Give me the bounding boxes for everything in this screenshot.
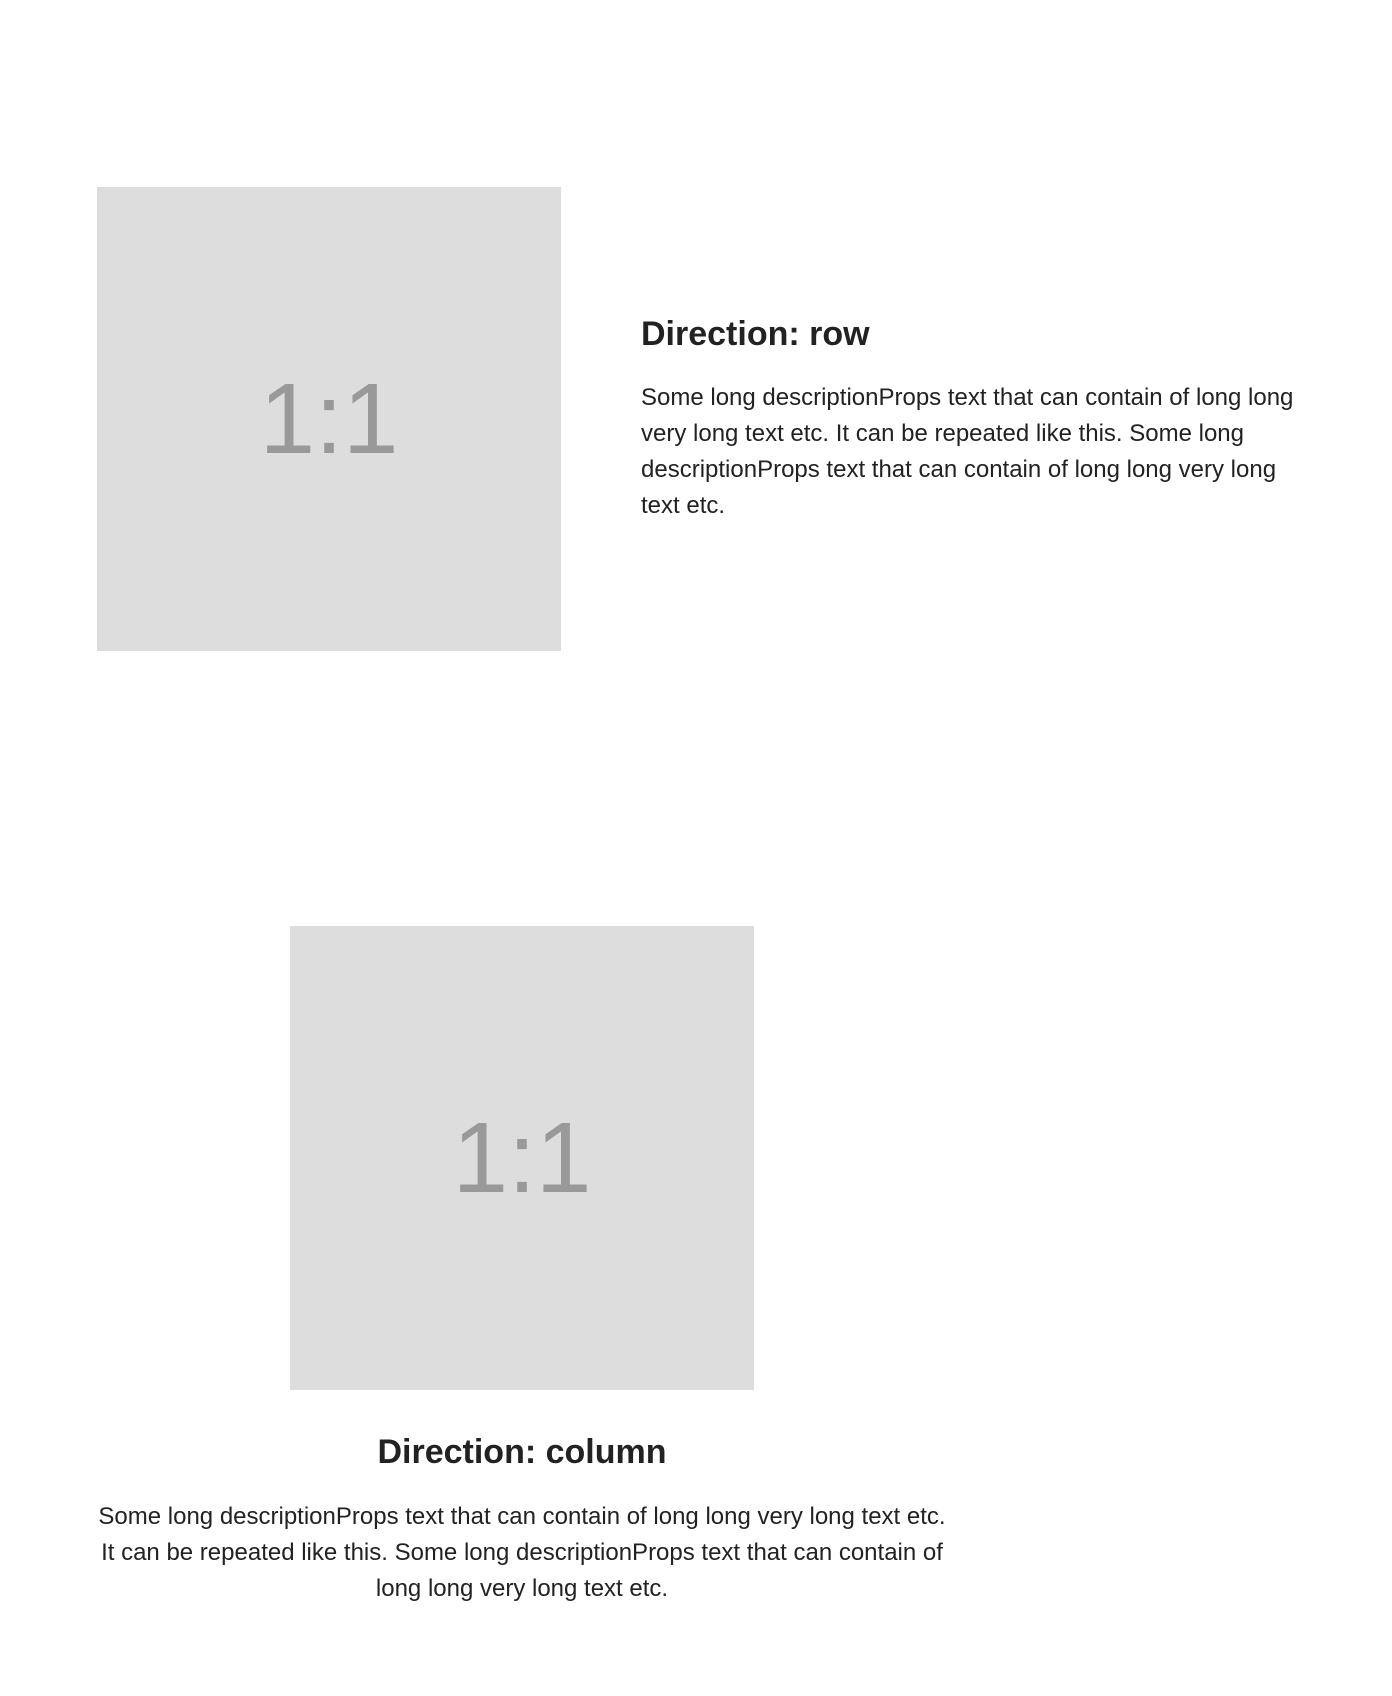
card-title: Direction: column (377, 1433, 667, 1471)
aspect-ratio-label: 1:1 (452, 1102, 592, 1214)
card-content: Direction: column Some long descriptionP… (97, 1432, 947, 1607)
card-description: Some long descriptionProps text that can… (98, 1502, 946, 1602)
card-description: Some long descriptionProps text that can… (641, 384, 1294, 520)
row-direction-card: 1:1 Direction: row Some long description… (97, 187, 1307, 651)
column-direction-card: 1:1 Direction: column Some long descript… (97, 926, 947, 1607)
aspect-ratio-label: 1:1 (259, 363, 399, 475)
image-placeholder: 1:1 (290, 926, 754, 1390)
image-placeholder: 1:1 (97, 187, 561, 651)
card-title: Direction: row (641, 314, 870, 353)
card-content: Direction: row Some long descriptionProp… (641, 314, 1307, 525)
